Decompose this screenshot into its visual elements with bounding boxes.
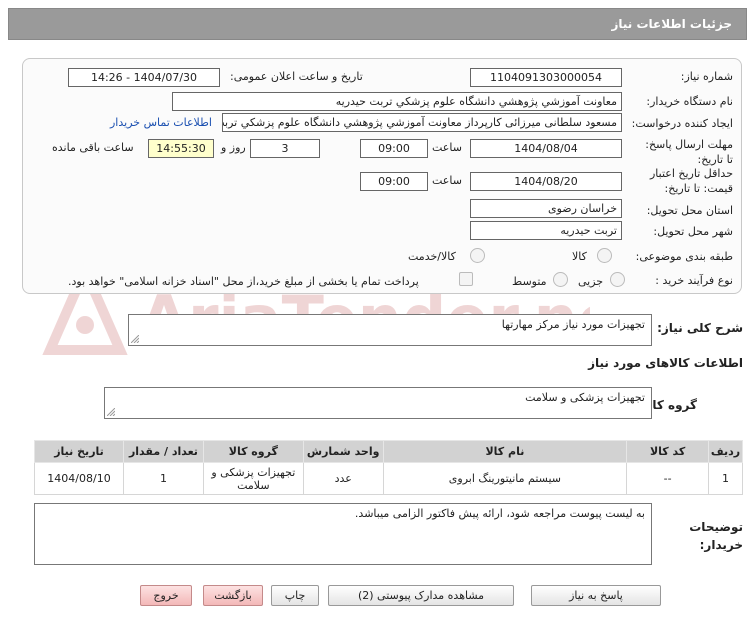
process-medium-label: متوسط	[512, 275, 547, 288]
days-remaining-field: 3	[250, 139, 320, 158]
cell-row: 1	[708, 462, 743, 495]
creator-label: ایجاد کننده درخواست:	[631, 117, 733, 130]
exit-button[interactable]: خروج	[140, 585, 192, 606]
cell-code: --	[626, 462, 710, 495]
validity-label: حداقل تاریخ اعتبار قیمت: تا تاریخ:	[649, 167, 733, 195]
buyer-notes-label: توضیحات خریدار:	[689, 520, 743, 552]
province-label: استان محل تحویل:	[646, 204, 733, 217]
goods-group-field: تجهیزات پزشکی و سلامت	[104, 387, 652, 419]
cell-date: 1404/08/10	[33, 462, 125, 495]
validity-time-label: ساعت	[432, 174, 462, 187]
deadline-time-field: 09:00	[360, 139, 428, 158]
buyer-notes-text: به لیست پیوست مراجعه شود، ارائه پیش فاکت…	[354, 507, 645, 520]
days-label: روز و	[221, 141, 246, 154]
need-number-field: 1104091303000054	[470, 68, 622, 87]
page-header: جزئیات اطلاعات نیاز	[8, 8, 747, 40]
description-textarea: تجهیزات مورد نیاز مرکز مهارتها	[128, 314, 652, 346]
province-field: خراسان رضوی	[470, 199, 622, 218]
deadline-date-field: 1404/08/04	[470, 139, 622, 158]
back-button[interactable]: بازگشت	[203, 585, 263, 606]
description-text: تجهیزات مورد نیاز مرکز مهارتها	[501, 318, 645, 331]
creator-field: مسعود سلطانی میرزائی کارپرداز معاونت آمو…	[222, 113, 622, 132]
goods-table-header: ردیف کد کالا نام کالا واحد شمارش گروه کا…	[33, 440, 743, 463]
deadline-label: مهلت ارسال پاسخ: تا تاریخ:	[645, 138, 733, 166]
print-button[interactable]: چاپ	[271, 585, 319, 606]
category-label: طبقه بندی موضوعی:	[635, 250, 733, 263]
cell-quantity: 1	[123, 462, 204, 495]
resize-grip-icon	[131, 335, 139, 343]
buyer-notes-field: به لیست پیوست مراجعه شود، ارائه پیش فاکت…	[34, 503, 652, 565]
goods-group-text: تجهیزات پزشکی و سلامت	[525, 391, 645, 404]
col-code: کد کالا	[626, 440, 710, 463]
cell-unit: عدد	[302, 462, 384, 495]
buyer-org-field: معاونت آموزشي پژوهشي دانشگاه علوم پزشکي …	[172, 92, 622, 111]
category-goods-radio[interactable]	[597, 248, 612, 263]
remaining-time-label: ساعت باقی مانده	[52, 141, 134, 154]
city-field: تربت حیدریه	[470, 221, 622, 240]
announce-label: تاریخ و ساعت اعلان عمومی:	[230, 70, 363, 83]
reply-button[interactable]: پاسخ به نیاز	[531, 585, 661, 606]
validity-time-field: 09:00	[360, 172, 428, 191]
announce-field: 1404/07/30 - 14:26	[68, 68, 220, 87]
process-medium-radio[interactable]	[553, 272, 568, 287]
cell-group: تجهیزات پزشکی و سلامت	[202, 462, 304, 495]
col-date: تاریخ نیاز	[33, 440, 125, 463]
category-goods-service-radio[interactable]	[470, 248, 485, 263]
buyer-org-label: نام دستگاه خریدار:	[646, 95, 733, 108]
city-label: شهر محل تحویل:	[653, 225, 733, 238]
col-unit: واحد شمارش	[302, 440, 384, 463]
validity-date-field: 1404/08/20	[470, 172, 622, 191]
payment-note: پرداخت تمام یا بخشی از مبلغ خرید،از محل …	[68, 275, 419, 288]
process-minor-radio[interactable]	[610, 272, 625, 287]
table-row: 1 -- سیستم مانیتورینگ ابروی عدد تجهیزات …	[33, 462, 743, 495]
category-goods-service-label: کالا/خدمت	[408, 250, 456, 263]
remaining-time-field: 14:55:30	[148, 139, 214, 158]
cell-name: سیستم مانیتورینگ ابروی	[382, 462, 628, 495]
col-quantity: تعداد / مقدار	[123, 440, 204, 463]
process-label: نوع فرآیند خرید :	[655, 274, 733, 287]
need-number-label: شماره نیاز:	[680, 70, 733, 83]
attachments-button[interactable]: مشاهده مدارک پیوستی (2)	[328, 585, 514, 606]
deadline-time-label: ساعت	[432, 141, 462, 154]
buyer-contact-link[interactable]: اطلاعات تماس خریدار	[110, 116, 212, 129]
resize-grip-icon	[107, 408, 115, 416]
process-minor-label: جزیی	[578, 275, 604, 288]
category-goods-label: کالا	[572, 250, 587, 263]
description-label: شرح کلی نیاز:	[657, 321, 743, 335]
goods-table: ردیف کد کالا نام کالا واحد شمارش گروه کا…	[33, 440, 743, 495]
col-row: ردیف	[708, 440, 743, 463]
treasury-checkbox[interactable]	[459, 272, 473, 286]
goods-section-title: اطلاعات کالاهای مورد نیاز	[588, 356, 743, 370]
page-title: جزئیات اطلاعات نیاز	[611, 17, 732, 31]
col-name: نام کالا	[382, 440, 628, 463]
col-group: گروه کالا	[202, 440, 304, 463]
